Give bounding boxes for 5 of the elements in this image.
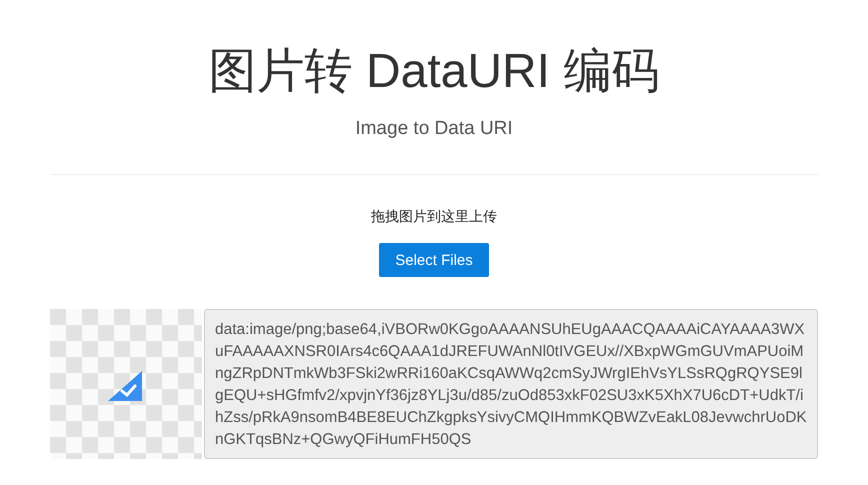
data-uri-output[interactable]: data:image/png;base64,iVBORw0KGgoAAAANSUhEUgAAACQAAAAiCAYAAAA3WXuFAAAAAXNSR0IArs4c6QAAA1dJREFUWAnNl0tIVGEUx//XBxpWGmGUVmAPUoiMngZRpDNTmkWb3FSki2wRRi160aKCsqAWWq2cmSyJWrgIEhVsYLSsRQgRQYSE9lgEQU+sHGfmfv2/xpvjnYf36jz8YLj3u/d85/zuOd853xkF02SU3xK5XhX7U6cDT+UdkT/ihZss/pRkA9nsomB4BE8EUChZkgpksYsivyCMQIHmmKQBWZvEakL08JevwchrUoDKnGKTqsBNz+QGwyQFiHumFH50QS (204, 309, 818, 459)
page-title: 图片转 DataURI 编码 (208, 44, 660, 100)
drop-hint: 拖拽图片到这里上传 (371, 208, 497, 226)
select-files-button[interactable]: Select Files (379, 243, 489, 277)
page-subtitle: Image to Data URI (355, 118, 513, 140)
